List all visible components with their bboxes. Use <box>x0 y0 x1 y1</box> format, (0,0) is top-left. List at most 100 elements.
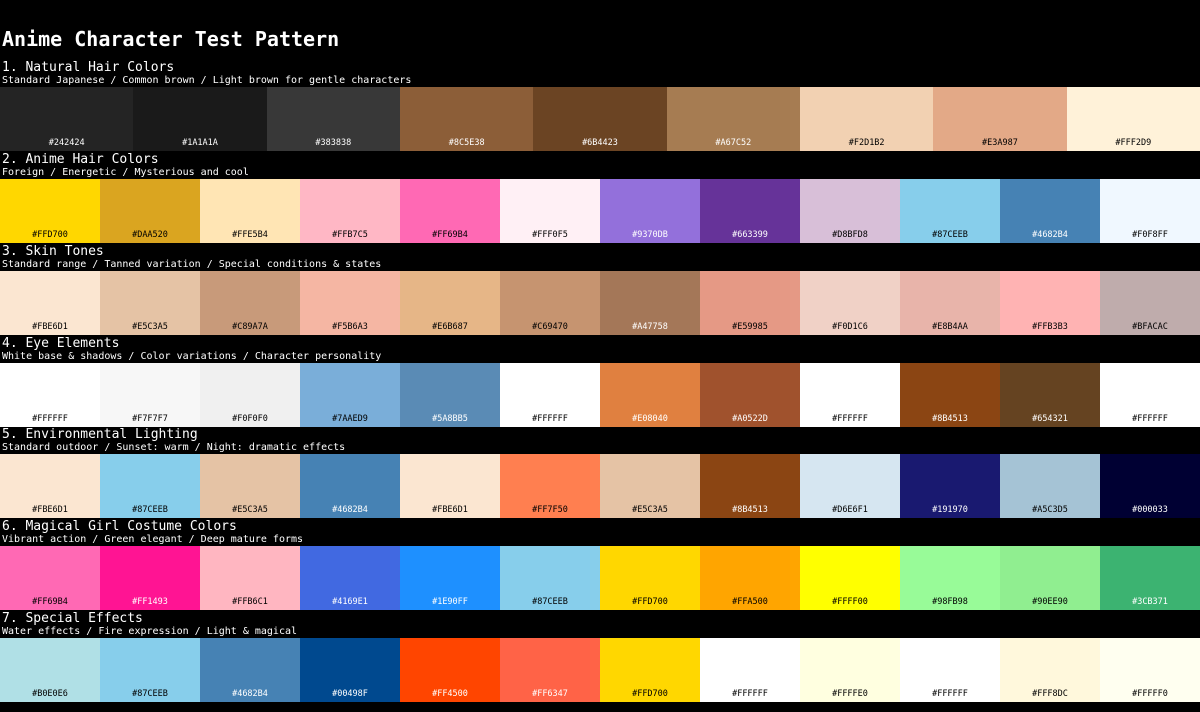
swatch-hex-label: #663399 <box>732 230 768 240</box>
swatch-hex-label: #FBE6D1 <box>32 505 68 515</box>
swatch-row: #FF69B4 #FF1493 #FFB6C1 #4169E1 #1E90FF #87CE… <box>0 546 1200 610</box>
section-skin-tones: 3. Skin Tones Standard range / Tanned va… <box>0 244 1200 336</box>
swatch-hex-label: #FFFFFF <box>32 414 68 424</box>
color-swatch: #A67C52 <box>666 87 800 151</box>
color-swatch: #FF4500 <box>400 638 500 702</box>
swatch-hex-label: #FFFFFF <box>932 689 968 699</box>
page-title: Anime Character Test Pattern <box>2 27 340 51</box>
color-swatch: #D8BFD8 <box>800 179 900 243</box>
color-swatch: #FFD700 <box>600 638 700 702</box>
section-magical-girl-costume: 6. Magical Girl Costume Colors Vibrant a… <box>0 519 1200 611</box>
swatch-hex-label: #FFFFF0 <box>1132 689 1168 699</box>
color-swatch: #E3A987 <box>933 87 1067 151</box>
color-swatch: #5A8BB5 <box>400 363 500 427</box>
swatch-hex-label: #B0E0E6 <box>32 689 68 699</box>
swatch-hex-label: #F0F8FF <box>1132 230 1168 240</box>
swatch-hex-label: #E8B4AA <box>932 322 968 332</box>
color-swatch: #98FB98 <box>900 546 1000 610</box>
color-swatch: #7AAED9 <box>300 363 400 427</box>
section-subtitle: Foreign / Energetic / Mysterious and coo… <box>2 167 249 178</box>
color-swatch: #FF7F50 <box>500 454 600 518</box>
color-swatch: #87CEEB <box>100 454 200 518</box>
color-swatch: #FFB6C1 <box>200 546 300 610</box>
swatch-row: #FBE6D1 #E5C3A5 #C89A7A #F5B6A3 #E6B687 #C694… <box>0 271 1200 335</box>
swatch-hex-label: #FFF8DC <box>1032 689 1068 699</box>
swatch-hex-label: #FFB6C1 <box>232 597 268 607</box>
color-swatch: #FFB3B3 <box>1000 271 1100 335</box>
color-swatch: #FFD700 <box>600 546 700 610</box>
color-swatch: #FF6347 <box>500 638 600 702</box>
section-natural-hair: 1. Natural Hair Colors Standard Japanese… <box>0 60 1200 152</box>
color-swatch: #FFF2D9 <box>1066 87 1200 151</box>
color-swatch: #8C5E38 <box>399 87 534 151</box>
swatch-hex-label: #DAA520 <box>132 230 168 240</box>
color-swatch: #FFFFFF <box>800 363 900 427</box>
section-eye-elements: 4. Eye Elements White base & shadows / C… <box>0 336 1200 428</box>
swatch-hex-label: #FFFFFF <box>1132 414 1168 424</box>
swatch-hex-label: #242424 <box>48 138 85 148</box>
swatch-hex-label: #FFFFFF <box>532 414 568 424</box>
section-subtitle: Standard outdoor / Sunset: warm / Night:… <box>2 442 346 453</box>
color-swatch: #E8B4AA <box>900 271 1000 335</box>
swatch-hex-label: #7AAED9 <box>332 414 368 424</box>
swatch-hex-label: #A0522D <box>732 414 768 424</box>
color-swatch: #87CEEB <box>900 179 1000 243</box>
swatch-hex-label: #1A1A1A <box>182 138 218 148</box>
color-swatch: #FF69B4 <box>400 179 500 243</box>
color-swatch: #BFACAC <box>1100 271 1200 335</box>
color-swatch: #FFB7C5 <box>300 179 400 243</box>
swatch-hex-label: #4682B4 <box>332 505 368 515</box>
swatch-hex-label: #FFFFE0 <box>832 689 868 699</box>
color-swatch: #00498F <box>300 638 400 702</box>
color-swatch: #E5C3A5 <box>100 271 200 335</box>
swatch-hex-label: #F5B6A3 <box>332 322 368 332</box>
color-swatch: #663399 <box>700 179 800 243</box>
swatch-hex-label: #654321 <box>1032 414 1068 424</box>
swatch-hex-label: #4682B4 <box>1032 230 1068 240</box>
color-swatch: #FFFF00 <box>800 546 900 610</box>
color-swatch: #FFFFFF <box>500 363 600 427</box>
section-subtitle: Vibrant action / Green elegant / Deep ma… <box>2 534 304 545</box>
color-swatch: #FFD700 <box>0 179 100 243</box>
color-swatch: #F2D1B2 <box>799 87 934 151</box>
swatch-hex-label: #191970 <box>932 505 968 515</box>
color-swatch: #F0D1C6 <box>800 271 900 335</box>
color-swatch: #FFFFFF <box>1100 363 1200 427</box>
color-swatch: #FF1493 <box>100 546 200 610</box>
color-swatch: #A5C3D5 <box>1000 454 1100 518</box>
swatch-hex-label: #00498F <box>332 689 368 699</box>
color-swatch: #4682B4 <box>200 638 300 702</box>
swatch-hex-label: #A47758 <box>632 322 668 332</box>
swatch-hex-label: #FFD700 <box>632 689 668 699</box>
color-swatch: #C69470 <box>500 271 600 335</box>
swatch-hex-label: #BFACAC <box>1132 322 1168 332</box>
color-swatch: #9370DB <box>600 179 700 243</box>
color-swatch: #FFF0F5 <box>500 179 600 243</box>
swatch-hex-label: #FFFFFF <box>732 689 768 699</box>
swatch-hex-label: #6B4423 <box>582 138 618 148</box>
color-swatch: #FBE6D1 <box>400 454 500 518</box>
swatch-hex-label: #A5C3D5 <box>1032 505 1068 515</box>
swatch-hex-label: #FBE6D1 <box>32 322 68 332</box>
swatch-hex-label: #FBE6D1 <box>432 505 468 515</box>
color-swatch: #E5C3A5 <box>200 454 300 518</box>
section-subtitle: Water effects / Fire expression / Light … <box>2 626 298 637</box>
color-swatch: #C89A7A <box>200 271 300 335</box>
swatch-hex-label: #D8BFD8 <box>832 230 868 240</box>
swatch-hex-label: #E5C3A5 <box>232 505 268 515</box>
swatch-hex-label: #FF1493 <box>132 597 168 607</box>
swatch-hex-label: #E6B687 <box>432 322 468 332</box>
swatch-hex-label: #FFB7C5 <box>332 230 368 240</box>
color-swatch: #4682B4 <box>1000 179 1100 243</box>
color-swatch: #000033 <box>1100 454 1200 518</box>
section-special-effects: 7. Special Effects Water effects / Fire … <box>0 611 1200 703</box>
color-swatch: #A47758 <box>600 271 700 335</box>
color-swatch: #E5C3A5 <box>600 454 700 518</box>
swatch-hex-label: #4169E1 <box>332 597 368 607</box>
color-swatch: #F5B6A3 <box>300 271 400 335</box>
color-swatch: #FFFFFF <box>0 363 100 427</box>
color-swatch: #8B4513 <box>700 454 800 518</box>
swatch-hex-label: #4682B4 <box>232 689 268 699</box>
color-swatch: #242424 <box>0 87 134 151</box>
swatch-hex-label: #8B4513 <box>932 414 968 424</box>
